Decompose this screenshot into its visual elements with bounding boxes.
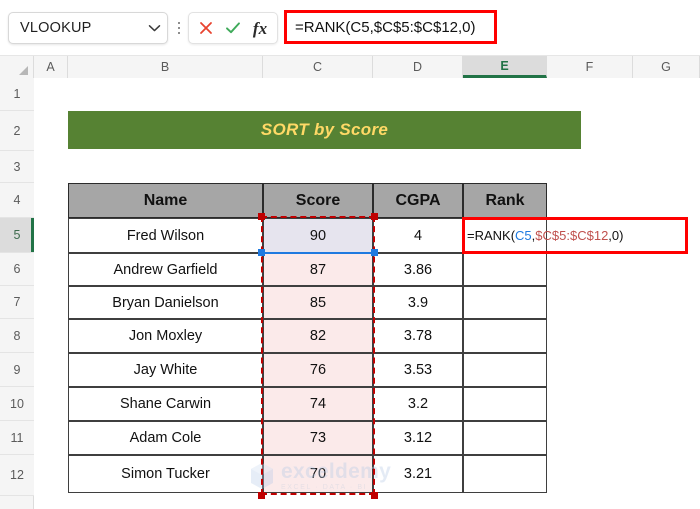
table-row[interactable] (463, 455, 547, 493)
row-header-4[interactable]: 4 (0, 183, 34, 218)
table-row[interactable]: 3.86 (373, 253, 463, 286)
row-header-9[interactable]: 9 (0, 353, 34, 387)
table-header-rank: Rank (463, 183, 547, 218)
table-row[interactable] (463, 286, 547, 319)
name-box-value: VLOOKUP (20, 20, 92, 36)
table-row[interactable]: 3.21 (373, 455, 463, 493)
table-row[interactable]: 87 (263, 253, 373, 286)
row-header-8[interactable]: 8 (0, 319, 34, 353)
cancel-x-icon[interactable] (196, 17, 216, 39)
table-row[interactable]: Andrew Garfield (68, 253, 263, 286)
row-header-7[interactable]: 7 (0, 286, 34, 319)
active-ref-underline (263, 252, 373, 254)
enter-check-icon[interactable] (223, 17, 243, 39)
range-handle-tr[interactable] (371, 213, 378, 220)
select-all-corner-icon[interactable] (0, 56, 34, 78)
formula-input[interactable]: =RANK(C5,$C$5:$C$12,0) (287, 19, 476, 36)
row-header-5[interactable]: 5 (0, 218, 34, 253)
table-row[interactable] (463, 319, 547, 353)
formula-bar: VLOOKUP fx =RANK(C5,$C$5:$C$12,0) (0, 0, 700, 56)
table-row[interactable]: 3.78 (373, 319, 463, 353)
table-row[interactable]: Shane Carwin (68, 387, 263, 421)
column-header-a[interactable]: A (34, 56, 68, 78)
formula-part-3: ,0) (608, 228, 624, 243)
table-row[interactable]: 76 (263, 353, 373, 387)
row-header-12[interactable]: 12 (0, 455, 34, 496)
table-row[interactable]: 3.53 (373, 353, 463, 387)
table-row[interactable]: Simon Tucker (68, 455, 263, 493)
table-row[interactable]: Bryan Danielson (68, 286, 263, 319)
row-header-3[interactable]: 3 (0, 151, 34, 183)
table-row[interactable]: Adam Cole (68, 421, 263, 455)
table-row[interactable]: Jay White (68, 353, 263, 387)
active-cell-e5[interactable]: =RANK(C5, $C$5:$C$12,0) (463, 218, 623, 253)
table-row[interactable] (463, 387, 547, 421)
table-row[interactable]: 82 (263, 319, 373, 353)
sheet-title-banner: SORT by Score (68, 111, 581, 149)
column-header-bar: A B C D E F G (0, 56, 700, 78)
table-row[interactable]: 4 (373, 218, 463, 253)
table-row[interactable]: 3.12 (373, 421, 463, 455)
table-row[interactable]: 74 (263, 387, 373, 421)
table-row[interactable]: 73 (263, 421, 373, 455)
excel-window: VLOOKUP fx =RANK(C5,$C$5:$C$12,0) A B C … (0, 0, 700, 509)
formula-ref-c5: C5 (515, 228, 532, 243)
table-header-cgpa: CGPA (373, 183, 463, 218)
column-header-e[interactable]: E (463, 56, 547, 78)
column-header-f[interactable]: F (547, 56, 633, 78)
formula-input-wrapper: =RANK(C5,$C$5:$C$12,0) (284, 8, 696, 48)
worksheet-grid[interactable]: SORT by Score Name Score CGPA Rank Fred … (34, 78, 700, 509)
column-header-b[interactable]: B (68, 56, 263, 78)
active-ref-handle-right[interactable] (371, 249, 378, 256)
table-row[interactable]: Jon Moxley (68, 319, 263, 353)
active-ref-handle-left[interactable] (258, 249, 265, 256)
table-row[interactable]: 3.2 (373, 387, 463, 421)
table-row[interactable]: 70 (263, 455, 373, 493)
table-row[interactable] (463, 253, 547, 286)
row-header-bar: 1 2 3 4 5 6 7 8 9 10 11 12 (0, 78, 34, 509)
column-header-d[interactable]: D (373, 56, 463, 78)
range-handle-tl[interactable] (258, 213, 265, 220)
column-header-c[interactable]: C (263, 56, 373, 78)
row-header-2[interactable]: 2 (0, 111, 34, 151)
name-box[interactable]: VLOOKUP (8, 12, 168, 44)
formula-part-1: =RANK( (467, 228, 516, 243)
column-header-g[interactable]: G (633, 56, 700, 78)
chevron-down-icon[interactable] (141, 13, 167, 43)
table-header-name: Name (68, 183, 263, 218)
range-handle-br[interactable] (371, 492, 378, 499)
row-header-11[interactable]: 11 (0, 421, 34, 455)
sheet-title-text: SORT by Score (260, 120, 389, 139)
table-row[interactable]: 85 (263, 286, 373, 319)
formula-input-highlight: =RANK(C5,$C$5:$C$12,0) (284, 10, 497, 44)
formula-ref-range: $C$5:$C$12 (535, 228, 609, 243)
range-handle-bl[interactable] (258, 492, 265, 499)
row-header-6[interactable]: 6 (0, 253, 34, 286)
row-header-1[interactable]: 1 (0, 78, 34, 111)
table-row[interactable]: 3.9 (373, 286, 463, 319)
table-header-score: Score (263, 183, 373, 218)
fx-insert-function-icon[interactable]: fx (250, 17, 270, 39)
table-row[interactable] (463, 421, 547, 455)
formula-action-group: fx (188, 12, 278, 44)
table-row[interactable]: Fred Wilson (68, 218, 263, 253)
row-header-10[interactable]: 10 (0, 387, 34, 421)
table-row[interactable]: 90 (263, 218, 373, 253)
vertical-ellipsis-icon[interactable] (170, 12, 188, 44)
table-row[interactable] (463, 353, 547, 387)
